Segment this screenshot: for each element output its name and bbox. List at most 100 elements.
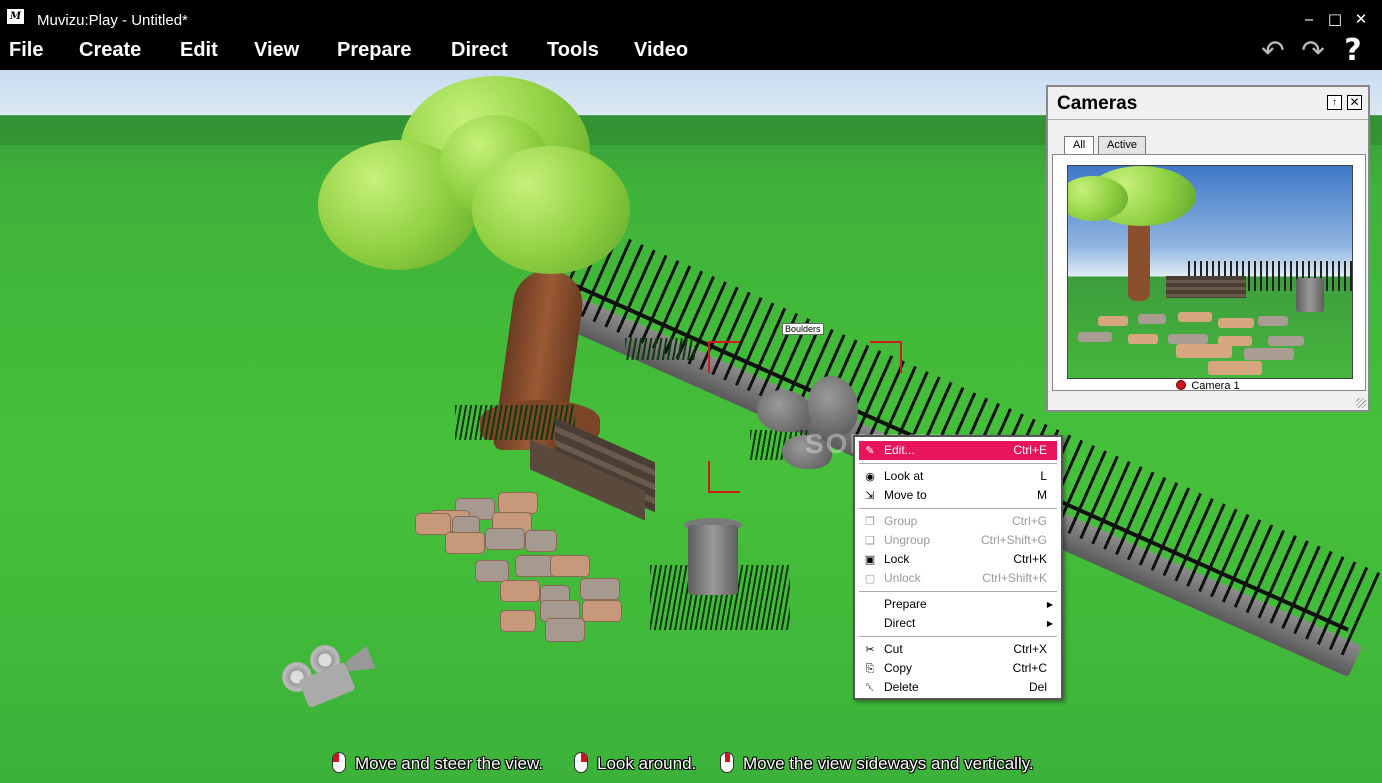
preview-stone (1176, 344, 1232, 358)
eye-icon: ◉ (865, 470, 875, 483)
menu-separator (859, 508, 1057, 509)
maximize-button[interactable]: □ (1326, 10, 1344, 28)
paving-stone[interactable] (498, 492, 538, 514)
menu-item-label: Move to (884, 488, 927, 502)
scissors-icon: ✂ (865, 643, 875, 656)
mouse-middle-button-icon (720, 752, 734, 773)
resize-grip-icon[interactable] (1356, 398, 1366, 408)
camera-list (1052, 154, 1366, 391)
menu-item-cut[interactable]: ✂ Cut Ctrl+X (859, 640, 1057, 659)
group-icon: ❐ (865, 515, 875, 528)
redo-icon[interactable]: ↷ (1298, 35, 1328, 67)
object-label: Boulders (782, 323, 824, 335)
camera-status: Camera 1 (1048, 380, 1368, 392)
paving-stone[interactable] (500, 580, 540, 602)
paving-stone[interactable] (580, 578, 620, 600)
preview-bench (1166, 276, 1246, 298)
menu-item-prepare[interactable]: Prepare ▶ (859, 595, 1057, 614)
menu-bar: File Create Edit View Prepare Direct Too… (0, 33, 1382, 70)
preview-stone (1178, 312, 1212, 322)
menu-item-shortcut: Ctrl+E (1013, 443, 1047, 457)
menu-item-label: Edit... (884, 443, 915, 457)
menu-item-label: Copy (884, 661, 913, 675)
menu-item-shortcut: Ctrl+Shift+K (982, 571, 1047, 585)
paving-stone[interactable] (515, 555, 555, 577)
menu-separator (859, 636, 1057, 637)
menu-item-label: Delete (884, 680, 919, 694)
menu-item-edit[interactable]: ✎ Edit... Ctrl+E (859, 441, 1057, 460)
menu-prepare[interactable]: Prepare (337, 39, 412, 62)
cameras-panel-title: Cameras (1057, 93, 1138, 114)
paving-stone[interactable] (500, 610, 536, 632)
close-button[interactable]: ✕ (1352, 10, 1370, 28)
close-icon[interactable]: ✕ (1347, 95, 1362, 110)
title-bar: M Muvizu:Play - Untitled* ‒ □ ✕ (0, 0, 1382, 33)
movie-camera-prop[interactable] (282, 642, 382, 722)
paving-stone[interactable] (445, 532, 485, 554)
tree-foliage (472, 146, 630, 274)
menu-item-shortcut: M (1037, 488, 1047, 502)
menu-item-label: Unlock (884, 571, 921, 585)
submenu-arrow-icon: ▶ (1046, 600, 1053, 609)
menu-view[interactable]: View (254, 39, 299, 62)
preview-stone (1218, 318, 1254, 328)
tab-active[interactable]: Active (1098, 136, 1146, 155)
mouse-left-button-icon (332, 752, 346, 773)
preview-stone (1258, 316, 1288, 326)
pin-icon[interactable]: ↑ (1327, 95, 1342, 110)
paving-stone[interactable] (582, 600, 622, 622)
menu-item-look-at[interactable]: ◉ Look at L (859, 467, 1057, 486)
submenu-arrow-icon: ▶ (1046, 619, 1053, 628)
panel-divider (1048, 119, 1368, 120)
menu-item-delete[interactable]: ␡ Delete Del (859, 678, 1057, 697)
menu-video[interactable]: Video (634, 39, 688, 62)
menu-item-label: Direct (884, 616, 916, 630)
mouse-right-button-icon (574, 752, 588, 773)
menu-item-shortcut: Ctrl+C (1012, 661, 1047, 675)
paving-stone[interactable] (475, 560, 509, 582)
unlock-icon: ▢ (864, 572, 876, 585)
selection-corner (708, 341, 740, 373)
menu-item-copy[interactable]: ⎘ Copy Ctrl+C (859, 659, 1057, 678)
menu-item-shortcut: Ctrl+G (1011, 514, 1047, 528)
minimize-button[interactable]: ‒ (1300, 10, 1318, 28)
boulder[interactable] (757, 390, 812, 432)
preview-stone (1078, 332, 1112, 342)
paving-stone[interactable] (545, 618, 585, 642)
paving-stone[interactable] (550, 555, 590, 577)
menu-item-lock[interactable]: ▣ Lock Ctrl+K (859, 550, 1057, 569)
selection-corner (708, 461, 740, 493)
menu-edit[interactable]: Edit (180, 39, 218, 62)
menu-create[interactable]: Create (79, 39, 141, 62)
paving-stone[interactable] (525, 530, 557, 552)
paving-stone[interactable] (485, 528, 525, 550)
trash-bin[interactable] (688, 525, 738, 595)
control-hints: Move and steer the view. Look around. Mo… (0, 752, 1382, 780)
menu-item-move-to[interactable]: ⇲ Move to M (859, 486, 1057, 505)
menu-item-label: Lock (884, 552, 910, 566)
paving-stone[interactable] (415, 513, 451, 535)
menu-item-label: Cut (884, 642, 903, 656)
help-icon[interactable]: ? (1338, 35, 1368, 67)
grass-tuft (625, 338, 695, 360)
menu-tools[interactable]: Tools (547, 39, 599, 62)
menu-item-shortcut: Ctrl+X (1013, 642, 1047, 656)
camera-name: Camera 1 (1191, 380, 1240, 392)
pencil-icon: ✎ (865, 444, 875, 457)
preview-stone (1244, 348, 1294, 360)
menu-direct[interactable]: Direct (451, 39, 508, 62)
menu-item-label: Ungroup (884, 533, 931, 547)
undo-icon[interactable]: ↶ (1258, 35, 1288, 67)
menu-item-label: Group (884, 514, 918, 528)
preview-stone (1138, 314, 1166, 324)
tab-all[interactable]: All (1064, 136, 1095, 155)
menu-separator (859, 591, 1057, 592)
recording-dot-icon (1176, 380, 1187, 390)
menu-file[interactable]: File (9, 39, 43, 62)
menu-item-direct[interactable]: Direct ▶ (859, 614, 1057, 633)
muvizu-logo-icon: M (7, 9, 24, 24)
camera-1-thumbnail[interactable] (1067, 165, 1353, 379)
menu-item-label: Look at (884, 469, 924, 483)
menu-item-shortcut: Ctrl+Shift+G (980, 533, 1047, 547)
preview-stone (1128, 334, 1158, 344)
